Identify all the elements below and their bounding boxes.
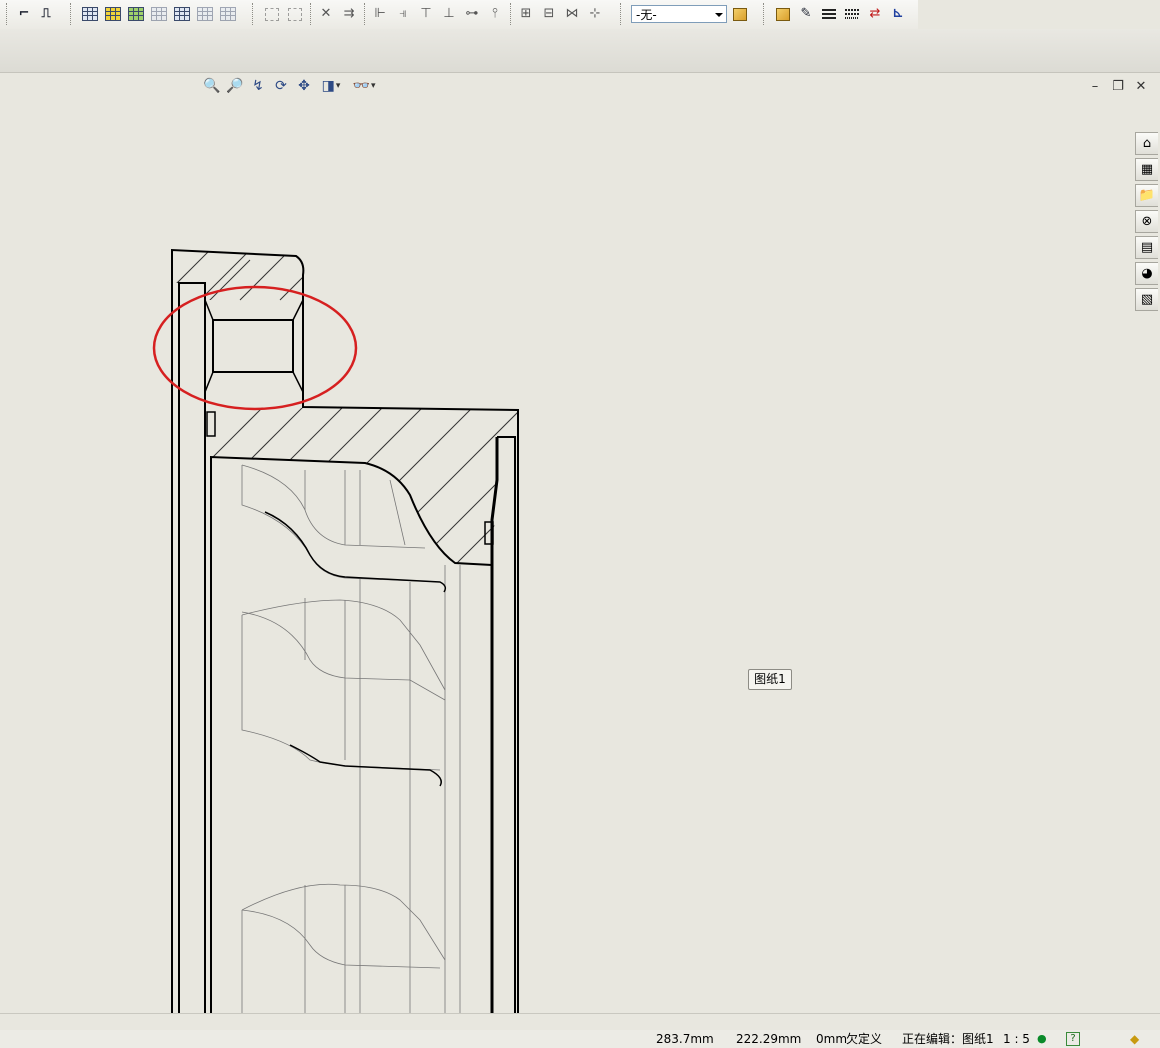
pan-icon[interactable]: ✥ [294,76,314,96]
layer-properties-icon[interactable] [730,4,750,24]
toolbar-grip[interactable] [6,3,9,25]
general-table-icon[interactable] [195,4,215,24]
space-down-icon[interactable]: ⊟ [539,4,559,24]
chevron-down-icon [715,13,723,17]
delete-icon[interactable]: ✕ [316,4,336,24]
toolbar-separator [763,3,766,25]
align-grid-icon[interactable] [262,4,282,24]
status-bar: 283.7mm 222.29mm 0mm 欠定义 正在编辑：图纸1 1 : 5 … [0,1030,1160,1048]
group-icon[interactable] [285,4,305,24]
weld-table-icon[interactable] [172,4,192,24]
section-hatch [172,250,303,320]
toolbar-separator [310,3,313,25]
table-icon[interactable] [80,4,100,24]
align-top-icon[interactable]: ⊤ [416,4,436,24]
align-right-icon[interactable]: ⇉ [339,4,359,24]
display-style-icon[interactable]: ◨ [318,76,344,96]
tag-icon[interactable]: ◆ [1130,1032,1144,1046]
space-across-icon[interactable]: ⊞ [516,4,536,24]
color-icon[interactable] [773,4,793,24]
line-color-icon[interactable]: ✎ [796,4,816,24]
annotation-ring [152,285,358,411]
zoom-area-icon[interactable]: 🔎 [225,76,245,96]
toolbar-empty-area [918,0,1160,29]
bend-table-icon[interactable] [218,4,238,24]
command-band [0,29,1160,73]
horizontal-scrollbar[interactable] [0,1013,1160,1031]
center-h-icon[interactable]: ⊶ [462,4,482,24]
toolbar-separator [70,3,73,25]
sheet-tab[interactable]: 图纸1 [748,669,792,690]
toolbar-separator [620,3,623,25]
status-constraint: 欠定义 [846,1032,883,1046]
drawing-canvas[interactable] [0,100,1160,1014]
blade-profiles [241,464,461,1013]
rotate-icon[interactable]: ⟳ [271,76,291,96]
status-x-coord: 283.7mm [656,1032,714,1046]
help-icon[interactable]: ? [1066,1032,1080,1046]
zoom-to-fit-icon[interactable]: 🔍 [202,76,222,96]
align-bottom-icon[interactable]: ⊥ [439,4,459,24]
line-style-icon[interactable] [842,4,862,24]
sheet-tab-label: 图纸1 [754,672,786,686]
status-editing: 正在编辑：图纸1 [902,1032,994,1046]
hide-show-edges-icon[interactable]: ⇄ [865,4,885,24]
toolbar-separator [510,3,513,25]
toolbar-separator [252,3,255,25]
center-v-icon[interactable]: ⫯ [485,4,505,24]
hide-show-icon[interactable]: 👓 [350,76,378,96]
align-left-icon[interactable]: ⊩ [370,4,390,24]
minimize-icon[interactable]: – [1087,79,1103,95]
layer-dropdown[interactable]: -无- [631,5,727,23]
toolbar-separator [364,3,367,25]
center-down-icon[interactable]: ⊹ [585,4,605,24]
status-z-coord: 0mm [816,1032,848,1046]
previous-view-icon[interactable]: ↯ [248,76,268,96]
center-across-icon[interactable]: ⋈ [562,4,582,24]
rebuild-status-icon: ● [1037,1032,1047,1045]
status-y-coord: 222.29mm [736,1032,802,1046]
drawing-toolbar: ⌐ ⎍ ✕ ⇉ ⊩ ⫣ ⊤ ⊥ ⊶ ⫯ ⊞ ⊟ ⋈ ⊹ -无- ✎ ⇄ ⊾ [0,0,918,30]
align-right2-icon[interactable]: ⫣ [393,4,413,24]
close-icon[interactable]: ✕ [1133,79,1149,95]
restore-icon[interactable]: ❐ [1110,79,1126,95]
line-format-icon[interactable]: ⊾ [888,4,908,24]
revision-table-icon[interactable] [149,4,169,24]
smart-dimension-icon[interactable]: ⌐ [14,4,34,24]
bom-table-icon[interactable] [103,4,123,24]
layer-dropdown-value: -无- [636,8,657,22]
line-thickness-icon[interactable] [819,4,839,24]
step-line-icon[interactable]: ⎍ [36,4,56,24]
status-scale[interactable]: 1 : 5 [1003,1030,1030,1048]
blade-edges [264,511,447,787]
hole-table-icon[interactable] [126,4,146,24]
